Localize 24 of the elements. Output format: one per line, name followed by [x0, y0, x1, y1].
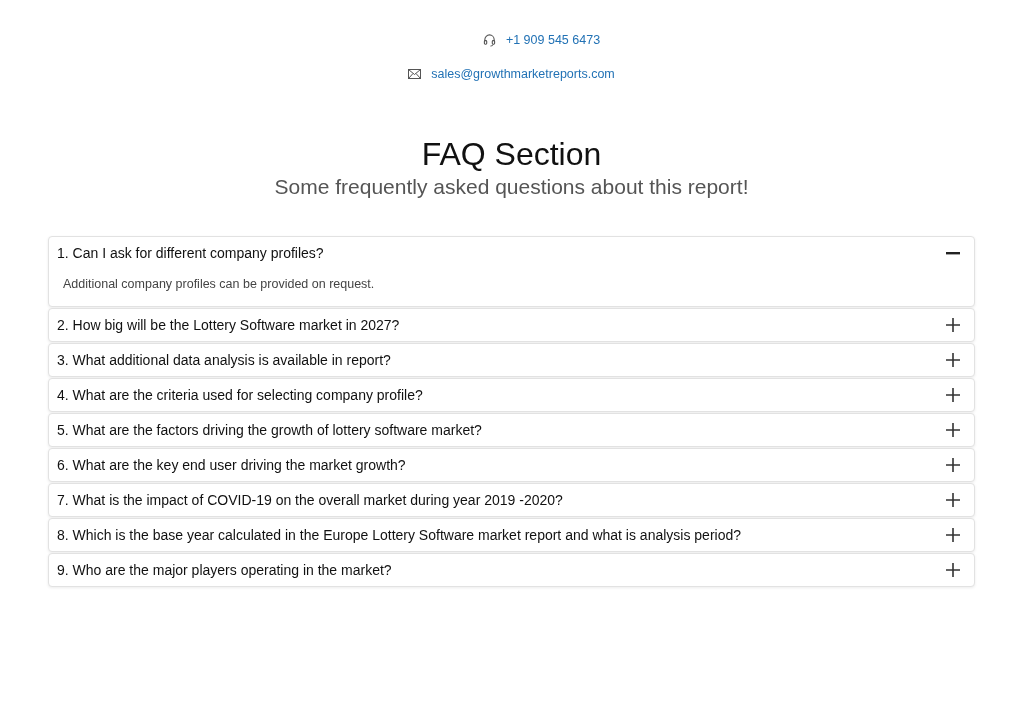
plus-icon[interactable] — [946, 528, 960, 542]
plus-icon[interactable] — [946, 563, 960, 577]
faq-question[interactable]: 4. What are the criteria used for selecting company profile? — [57, 387, 423, 403]
phone-link[interactable]: +1 909 545 6473 — [505, 33, 601, 47]
plus-icon[interactable] — [946, 458, 960, 472]
faq-question[interactable]: 9. Who are the major players operating in the market? — [57, 562, 392, 578]
faq-answer: Additional company profiles can be provided on request. — [62, 276, 376, 293]
section-subtitle: Some frequently asked questions about this report! — [273, 174, 750, 200]
plus-icon[interactable] — [946, 493, 960, 507]
plus-icon[interactable] — [946, 388, 960, 402]
email-link[interactable]: sales@growthmarketreports.com — [431, 67, 615, 81]
faq-question[interactable]: 6. What are the key end user driving the market growth? — [57, 457, 406, 473]
headset-icon — [482, 33, 496, 47]
faq-question[interactable]: 8. Which is the base year calculated in the Europe Lottery Software market report and what is analysis period? — [57, 527, 742, 543]
plus-icon[interactable] — [946, 318, 960, 332]
section-title: FAQ Section — [420, 136, 603, 172]
faq-question[interactable]: 5. What are the factors driving the growth of lottery software market? — [57, 422, 482, 438]
envelope-icon — [408, 69, 422, 79]
plus-icon[interactable] — [946, 423, 960, 437]
plus-icon[interactable] — [946, 353, 960, 367]
faq-question[interactable]: 1. Can I ask for different company profiles? — [57, 245, 324, 261]
faq-question[interactable]: 7. What is the impact of COVID-19 on the overall market during year 2019 -2020? — [57, 492, 563, 508]
faq-question[interactable]: 3. What additional data analysis is available in report? — [57, 352, 391, 368]
faq-question[interactable]: 2. How big will be the Lottery Software market in 2027? — [57, 317, 400, 333]
